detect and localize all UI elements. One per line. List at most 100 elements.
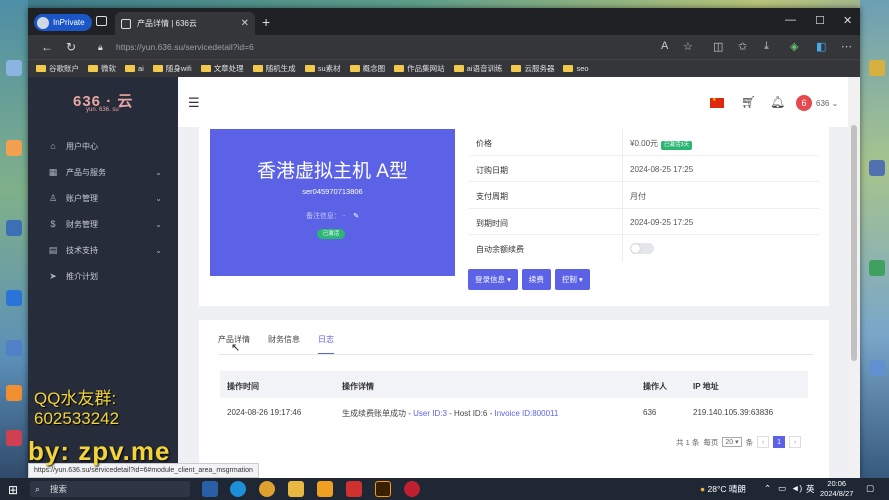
bookmark-item[interactable]: ai	[125, 64, 144, 73]
user-name-menu[interactable]: 636 ⌄	[816, 99, 838, 108]
cart-icon[interactable]: 🛒︎	[741, 95, 756, 109]
watermark-qq: QQ水友群: 602533242	[34, 389, 119, 429]
tab-close-icon[interactable]: ✕	[241, 18, 249, 29]
extension-icon[interactable]: ◈	[790, 40, 798, 53]
page-scrollbar[interactable]	[848, 77, 860, 478]
more-menu-icon[interactable]: ⋯	[841, 40, 852, 53]
taskbar-search[interactable]: ⌕ 搜索	[30, 481, 190, 497]
notification-center-icon[interactable]: ▢	[866, 483, 874, 494]
back-icon[interactable]: ←	[41, 40, 53, 54]
desktop-app-icon[interactable]	[869, 160, 885, 176]
desktop-app-icon[interactable]	[6, 220, 22, 236]
tray-chevron-icon[interactable]: ⌃	[764, 483, 771, 494]
maximize-button[interactable]: ☐	[815, 14, 825, 27]
lock-icon[interactable]: 🔒︎	[98, 42, 103, 53]
network-icon[interactable]: ▭	[778, 483, 786, 494]
bookmark-item[interactable]: 概念图	[349, 63, 385, 74]
desktop-app-icon[interactable]	[6, 430, 22, 446]
desktop-app-icon[interactable]	[6, 60, 22, 76]
file-explorer-icon[interactable]	[288, 481, 304, 497]
user-icon: ♙	[48, 192, 58, 203]
scrollbar-thumb[interactable]	[851, 125, 857, 361]
watermark-site: by: zpv.me	[28, 436, 171, 466]
sun-icon: ●	[700, 484, 706, 494]
bookmark-item[interactable]: 文章处理	[200, 63, 244, 74]
read-aloud-icon[interactable]: A	[661, 40, 668, 52]
log-table: 操作时间 操作详情 操作人 IP 地址 2024-08-26 19:17:46 …	[220, 371, 808, 426]
auto-renew-toggle[interactable]	[630, 243, 654, 254]
search-app-icon[interactable]	[317, 481, 333, 497]
app-icon[interactable]	[404, 481, 420, 497]
sidebar-item[interactable]: ▤ 技术支持 ⌄	[28, 237, 178, 263]
copilot-icon[interactable]: ◧	[816, 40, 826, 53]
next-page-button[interactable]: ›	[789, 436, 802, 448]
sidebar-item[interactable]: ▦ 产品与服务 ⌄	[28, 159, 178, 185]
desktop-app-icon[interactable]	[869, 360, 885, 376]
mouse-cursor-icon: ↖	[231, 342, 241, 354]
desktop-app-icon[interactable]	[6, 140, 22, 156]
bookmark-item[interactable]: ai语音训练	[453, 63, 502, 74]
bookmark-label: 作品集网站	[407, 64, 445, 73]
favorites-icon[interactable]: ✩	[738, 40, 747, 53]
browser-tab[interactable]: 产品详情 | 636云 ✕	[115, 12, 255, 35]
split-screen-icon[interactable]: ◫	[713, 40, 723, 53]
bookmark-item[interactable]: 微软	[88, 63, 116, 74]
illustrator-icon[interactable]	[375, 481, 391, 497]
taskbar-clock[interactable]: 20:06 2024/8/27	[820, 479, 853, 499]
bookmark-item[interactable]: seo	[563, 64, 589, 73]
minimize-button[interactable]: —	[785, 14, 796, 26]
user-link[interactable]: User ID:3	[413, 409, 447, 418]
desktop-app-icon[interactable]	[869, 260, 885, 276]
login-info-label: 登录信息	[475, 275, 505, 284]
desktop-app-icon[interactable]	[6, 385, 22, 401]
downloads-icon[interactable]: ⤓	[764, 40, 769, 53]
pagination: 共 1 条 每页 20 ▾ 条 ‹ 1 ›	[676, 436, 802, 448]
tab-finance-info[interactable]: 财务信息	[268, 334, 300, 354]
favorite-star-icon[interactable]: ☆	[683, 40, 693, 53]
bookmark-item[interactable]: 云服务器	[511, 63, 554, 74]
invoice-link[interactable]: Invoice ID:800011	[494, 409, 558, 418]
task-view-icon[interactable]	[202, 481, 218, 497]
header-time: 操作时间	[227, 382, 259, 391]
tab-actions-icon[interactable]	[96, 16, 107, 26]
bookmark-item[interactable]: 随机生成	[252, 63, 296, 74]
desktop-app-icon[interactable]	[6, 340, 22, 356]
refresh-icon[interactable]: ↻	[66, 40, 76, 54]
desktop-app-icon[interactable]	[869, 60, 885, 76]
bookmark-item[interactable]: 作品集网站	[394, 63, 445, 74]
bookmark-item[interactable]: 谷歌账户	[36, 63, 79, 74]
sidebar-item[interactable]: $ 财务管理 ⌄	[28, 211, 178, 237]
url-input[interactable]: https://yun.636.su/servicedetail?id=6	[116, 39, 396, 55]
new-tab-button[interactable]: +	[262, 14, 270, 30]
note-value: -	[342, 213, 346, 220]
billing-value: 月付	[630, 192, 646, 201]
sidebar-item[interactable]: ⌂ 用户中心	[28, 133, 178, 159]
sidebar-item[interactable]: ➤ 推介计划	[28, 263, 178, 289]
bookmark-item[interactable]: 随身wifi	[152, 63, 192, 74]
desktop-app-icon[interactable]	[6, 290, 22, 306]
bookmark-item[interactable]: su素材	[304, 63, 341, 74]
sidebar-item[interactable]: ♙ 账户管理 ⌄	[28, 185, 178, 211]
input-language[interactable]: 英	[806, 483, 815, 495]
edge-icon[interactable]	[230, 481, 246, 497]
notification-bell-icon[interactable]: 🔔︎	[770, 95, 785, 109]
product-note: 备注信息： - ✎	[210, 211, 455, 221]
volume-icon[interactable]: ◄)	[791, 483, 802, 493]
prev-page-button[interactable]: ‹	[757, 436, 770, 448]
per-page-select[interactable]: 20 ▾	[722, 437, 742, 447]
inprivate-badge[interactable]: InPrivate	[34, 14, 92, 31]
china-flag-icon[interactable]: ★	[710, 97, 724, 108]
page-1-button[interactable]: 1	[773, 436, 786, 448]
tab-log[interactable]: 日志	[318, 334, 334, 354]
renew-button[interactable]: 续费	[521, 269, 551, 290]
weather-widget[interactable]: ● 28°C 晴朗	[700, 483, 746, 495]
user-avatar[interactable]: 6	[796, 95, 812, 111]
login-info-button[interactable]: 登录信息 ▾	[468, 269, 518, 290]
close-window-button[interactable]: ✕	[843, 14, 852, 27]
chrome-icon[interactable]	[259, 481, 275, 497]
edit-icon[interactable]: ✎	[353, 213, 359, 220]
control-button[interactable]: 控制 ▾	[554, 269, 590, 290]
windows-start-icon[interactable]: ⊞	[8, 483, 18, 497]
hamburger-menu-icon[interactable]: ☰	[188, 95, 200, 111]
wps-icon[interactable]	[346, 481, 362, 497]
